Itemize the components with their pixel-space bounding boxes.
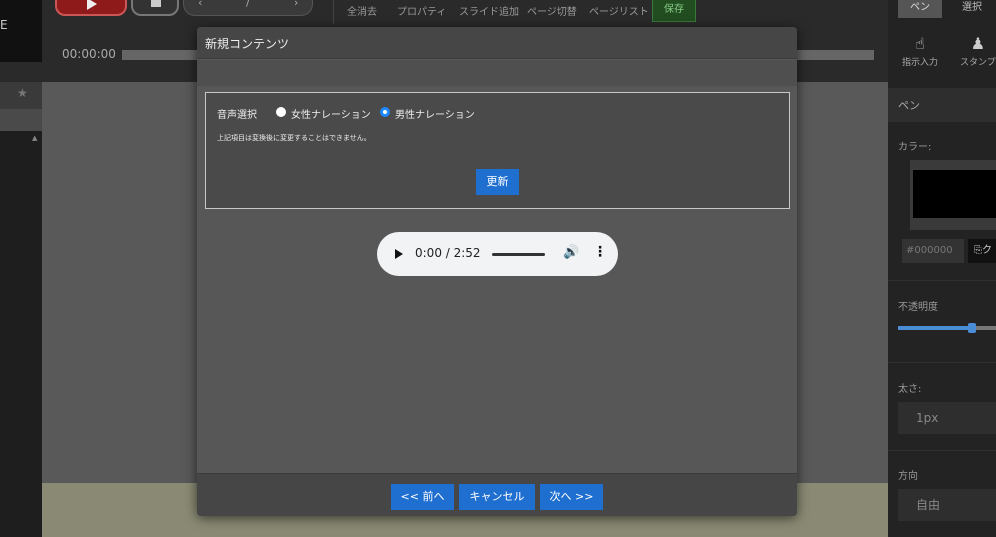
chevron-right-icon[interactable]: › — [294, 0, 298, 9]
stop-icon — [151, 0, 161, 7]
voice-selection-label: 音声選択 — [217, 110, 257, 121]
female-narration-label[interactable]: 女性ナレーション — [291, 106, 371, 121]
tab-select[interactable]: 選択 — [954, 0, 990, 18]
voice-note-text: 上記項目は変換後に変更することはできません。 — [217, 134, 371, 142]
color-swatch[interactable] — [913, 170, 996, 218]
dialog-title: 新規コンテンツ — [205, 37, 290, 51]
properties-button[interactable]: プロパティ — [397, 3, 446, 18]
width-label: 太さ: — [898, 384, 922, 395]
logo: E — [0, 0, 42, 62]
cancel-button[interactable]: キャンセル — [459, 484, 535, 510]
dialog-footer: << 前へ キャンセル 次へ >> — [197, 473, 797, 516]
more-options-icon[interactable]: ⋮ — [593, 244, 607, 260]
instruction-tool-label: 指示入力 — [902, 58, 939, 68]
stamp-icon: ♟ — [970, 34, 986, 53]
left-panel-tab[interactable] — [0, 109, 42, 131]
update-button[interactable]: 更新 — [476, 169, 519, 195]
stamp-tool-label: スタンプ — [960, 58, 996, 68]
clear-all-button[interactable]: 全消去 — [347, 3, 377, 18]
page-list-button[interactable]: ページリスト — [589, 3, 649, 18]
separator-icon: / — [246, 0, 250, 9]
audio-time: 0:00 / 2:52 — [415, 246, 481, 260]
male-narration-label[interactable]: 男性ナレーション — [395, 106, 475, 121]
dialog-header: 新規コンテンツ — [197, 27, 797, 59]
opacity-label: 不透明度 — [898, 302, 938, 313]
section-divider — [888, 362, 996, 363]
stop-button[interactable] — [131, 0, 179, 16]
volume-icon[interactable]: 🔊 — [563, 245, 579, 260]
stamp-tool[interactable]: ♟ スタンプ — [960, 34, 996, 68]
opacity-slider[interactable] — [898, 323, 996, 333]
color-hex-input[interactable]: #000000 — [902, 239, 964, 263]
star-icon[interactable]: ★ — [17, 86, 28, 100]
new-content-dialog: 新規コンテンツ 音声選択 女性ナレーション 男性ナレーション 上記項目は変換後に… — [197, 27, 797, 516]
female-narration-radio[interactable] — [276, 107, 286, 117]
page-switch-button[interactable]: ページ切替 — [527, 3, 577, 18]
instruction-tool[interactable]: ☝ 指示入力 — [902, 34, 938, 68]
next-button[interactable]: 次へ >> — [540, 484, 603, 510]
dialog-subheader — [197, 60, 797, 86]
pointing-hand-icon: ☝ — [915, 34, 925, 53]
play-button[interactable] — [55, 0, 127, 16]
direction-select[interactable]: 自由 — [898, 489, 996, 521]
playback-time: 00:00:00 — [62, 47, 116, 61]
direction-label: 方向 — [898, 471, 918, 482]
add-slide-button[interactable]: スライド追加 — [459, 3, 519, 18]
color-label: カラー: — [898, 142, 932, 153]
opacity-slider-fill — [898, 326, 973, 330]
voice-selection-panel: 音声選択 女性ナレーション 男性ナレーション 上記項目は変換後に変更することはで… — [205, 92, 790, 209]
width-select[interactable]: 1px — [898, 402, 996, 434]
color-picker[interactable] — [910, 160, 996, 230]
left-panel: ★ ▲ — [0, 82, 42, 537]
page-nav-control[interactable]: ‹ / › — [183, 0, 313, 16]
audio-player: 0:00 / 2:52 🔊 ⋮ — [377, 232, 618, 276]
scroll-up-icon[interactable]: ▲ — [32, 134, 37, 142]
left-panel-header: ★ — [0, 82, 42, 109]
play-icon — [87, 0, 97, 10]
section-divider — [888, 450, 996, 451]
tool-tabs: ペン 選択 — [888, 0, 996, 20]
male-narration-radio[interactable] — [380, 107, 390, 117]
opacity-slider-handle[interactable] — [968, 323, 977, 333]
pen-section-title: ペン — [898, 99, 920, 112]
play-icon[interactable] — [395, 249, 403, 259]
right-panel: ペン 選択 ☝ 指示入力 ♟ スタンプ ペン カラー: #000000 ⎘ク 不… — [888, 0, 996, 537]
copy-color-label: ク — [982, 245, 992, 256]
copy-color-button[interactable]: ⎘ク — [968, 239, 996, 263]
tab-pen[interactable]: ペン — [898, 0, 942, 18]
section-divider — [888, 280, 996, 281]
audio-progress-track[interactable] — [492, 253, 545, 256]
save-button[interactable]: 保存 — [652, 0, 696, 22]
pen-section-header: ペン — [888, 88, 996, 122]
previous-button[interactable]: << 前へ — [391, 484, 454, 510]
chevron-left-icon[interactable]: ‹ — [198, 0, 202, 9]
toolbar-divider — [333, 0, 334, 24]
logo-text: E — [0, 18, 8, 32]
